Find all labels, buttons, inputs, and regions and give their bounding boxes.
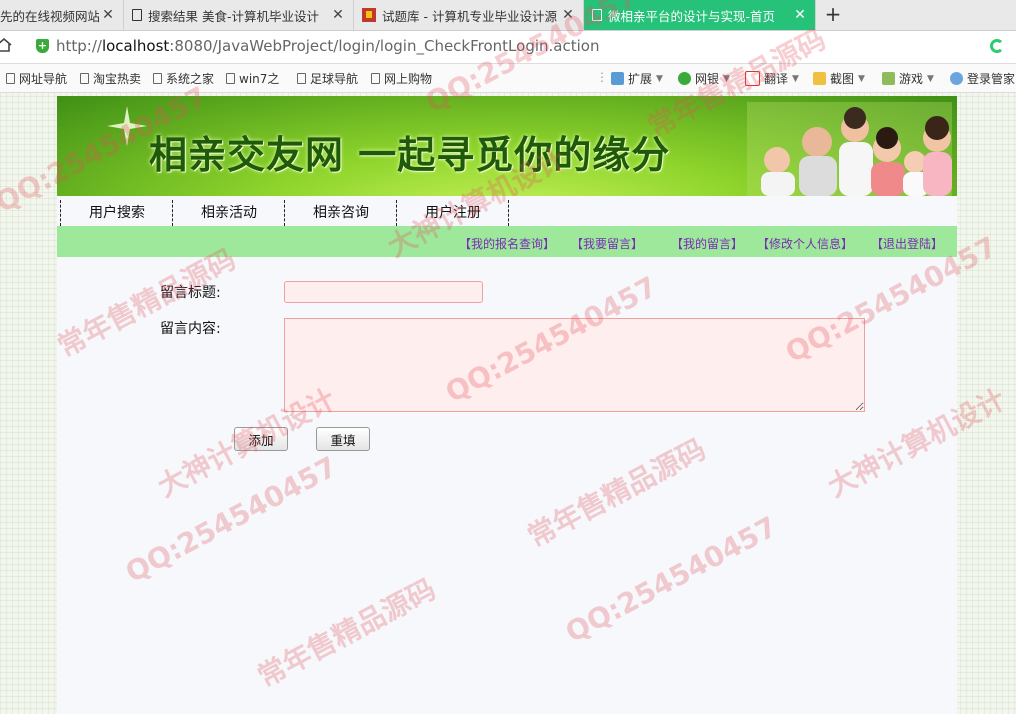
- page-icon: [297, 73, 306, 84]
- chevron-down-icon: ▼: [723, 73, 730, 84]
- tool-label: 扩展: [628, 72, 653, 86]
- bookmark-label: 系统之家: [166, 72, 215, 86]
- reset-button[interactable]: 重填: [316, 427, 370, 451]
- message-content-label: 留言内容:: [160, 321, 221, 337]
- user-subnav: 【我的报名查询】 【我要留言】 【我的留言】 【修改个人信息】 【退出登陆】: [57, 226, 957, 257]
- bookmark-item[interactable]: 足球导航: [297, 70, 358, 87]
- chevron-down-icon: ▼: [858, 73, 865, 84]
- url-scheme: http://: [56, 37, 102, 55]
- tab-title: 搜索结果 美食-计算机毕业设计: [148, 8, 319, 24]
- tab-title: 试题库 - 计算机专业毕业设计源: [382, 8, 557, 24]
- nav-dating-consult[interactable]: 相亲咨询: [284, 200, 397, 226]
- tool-label: 翻译: [764, 72, 789, 86]
- netbank-menu[interactable]: 网银 ▼: [678, 70, 730, 87]
- bookmark-label: win7之: [239, 72, 280, 86]
- nav-user-search[interactable]: 用户搜索: [60, 200, 173, 226]
- browser-tab-3[interactable]: 试题库 - 计算机专业毕业设计源 ✕: [354, 0, 584, 30]
- bookmark-item[interactable]: 网址导航: [6, 70, 67, 87]
- close-icon[interactable]: ✕: [791, 7, 809, 23]
- message-title-label: 留言标题:: [160, 285, 221, 301]
- bookmark-item[interactable]: win7之: [226, 70, 279, 87]
- link-my-signups[interactable]: 【我的报名查询】: [459, 235, 555, 252]
- tab-title: 微相亲平台的设计与实现-首页: [608, 8, 776, 24]
- tool-label: 截图: [830, 72, 855, 86]
- translate-icon: [745, 71, 760, 86]
- bookmarks-bar: 网址导航 淘宝热卖 系统之家 win7之 足球导航 网上购物 ⋮ 扩展 ▼ 网银 ▼…: [0, 64, 1016, 93]
- browser-tab-2[interactable]: 搜索结果 美食-计算机毕业设计 ✕: [124, 0, 354, 30]
- reload-icon[interactable]: [990, 39, 1004, 53]
- banner-title: 相亲交友网 一起寻觅你的缘分: [149, 133, 671, 177]
- extension-menu[interactable]: 扩展 ▼: [611, 70, 663, 87]
- page-icon: [226, 73, 235, 84]
- tool-label: 游戏: [899, 72, 924, 86]
- nav-user-register[interactable]: 用户注册: [396, 200, 509, 226]
- netbank-icon: [678, 72, 691, 85]
- nav-divider: [508, 200, 509, 226]
- url-field[interactable]: http://localhost:8080/JavaWebProject/log…: [56, 37, 599, 55]
- bookmark-label: 网址导航: [19, 72, 68, 86]
- close-icon[interactable]: ✕: [559, 7, 577, 23]
- link-logout[interactable]: 【退出登陆】: [871, 235, 943, 252]
- tool-label: 网银: [695, 72, 720, 86]
- bookmark-item[interactable]: 淘宝热卖: [80, 70, 141, 87]
- nav-dating-events[interactable]: 相亲活动: [172, 200, 285, 226]
- page-icon: [592, 9, 602, 21]
- extension-icon: [611, 72, 624, 85]
- login-manager[interactable]: 登录管家: [950, 70, 1015, 87]
- site-banner: 相亲交友网 一起寻觅你的缘分: [57, 96, 957, 196]
- browser-tab-1[interactable]: 先的在线视频网站 ✕: [0, 0, 124, 30]
- page-container: 相亲交友网 一起寻觅你的缘分 用户搜索 相亲活动 相亲咨询 用户注册 【我的报名…: [57, 96, 957, 714]
- page-icon: [153, 73, 162, 84]
- search-icon: [950, 72, 963, 85]
- family-photo-image: [747, 102, 952, 196]
- site-icon: [362, 8, 376, 22]
- page-icon: [371, 73, 380, 84]
- tool-label: 登录管家: [967, 72, 1016, 86]
- link-edit-profile[interactable]: 【修改个人信息】: [757, 235, 853, 252]
- bookmark-label: 淘宝热卖: [93, 72, 142, 86]
- add-button[interactable]: 添加: [234, 427, 288, 451]
- url-host: localhost: [101, 37, 170, 55]
- screenshot-menu[interactable]: 截图 ▼: [813, 70, 865, 87]
- chevron-down-icon: ▼: [792, 73, 799, 84]
- toolbar-separator: ⋮: [596, 70, 608, 84]
- main-nav: 用户搜索 相亲活动 相亲咨询 用户注册: [57, 200, 957, 226]
- new-tab-button[interactable]: +: [822, 3, 844, 25]
- browser-tab-bar: 先的在线视频网站 ✕ 搜索结果 美食-计算机毕业设计 ✕ 试题库 - 计算机专业…: [0, 0, 1016, 31]
- game-icon: [882, 72, 895, 85]
- games-menu[interactable]: 游戏 ▼: [882, 70, 934, 87]
- close-icon[interactable]: ✕: [99, 7, 117, 23]
- message-content-textarea[interactable]: [284, 318, 865, 412]
- close-icon[interactable]: ✕: [329, 7, 347, 23]
- sparkle-icon: [107, 106, 147, 146]
- scissors-icon: [813, 72, 826, 85]
- bookmark-item[interactable]: 系统之家: [153, 70, 214, 87]
- page-icon: [80, 73, 89, 84]
- page-icon: [6, 73, 15, 84]
- page-icon: [132, 9, 142, 21]
- browser-tab-4-active[interactable]: 微相亲平台的设计与实现-首页 ✕: [584, 0, 816, 30]
- url-path: :8080/JavaWebProject/login/login_CheckFr…: [169, 37, 600, 55]
- home-icon[interactable]: [0, 37, 12, 53]
- message-title-input[interactable]: [284, 281, 483, 303]
- bookmark-item[interactable]: 网上购物: [371, 70, 432, 87]
- bookmark-label: 网上购物: [384, 72, 433, 86]
- security-shield-icon: +: [36, 39, 49, 53]
- bookmark-label: 足球导航: [310, 72, 359, 86]
- chevron-down-icon: ▼: [927, 73, 934, 84]
- translate-menu[interactable]: 翻译 ▼: [745, 70, 799, 87]
- link-leave-message[interactable]: 【我要留言】: [571, 235, 643, 252]
- chevron-down-icon: ▼: [656, 73, 663, 84]
- tab-title: 先的在线视频网站: [0, 8, 99, 24]
- address-bar: + http://localhost:8080/JavaWebProject/l…: [0, 31, 1016, 64]
- link-my-messages[interactable]: 【我的留言】: [671, 235, 743, 252]
